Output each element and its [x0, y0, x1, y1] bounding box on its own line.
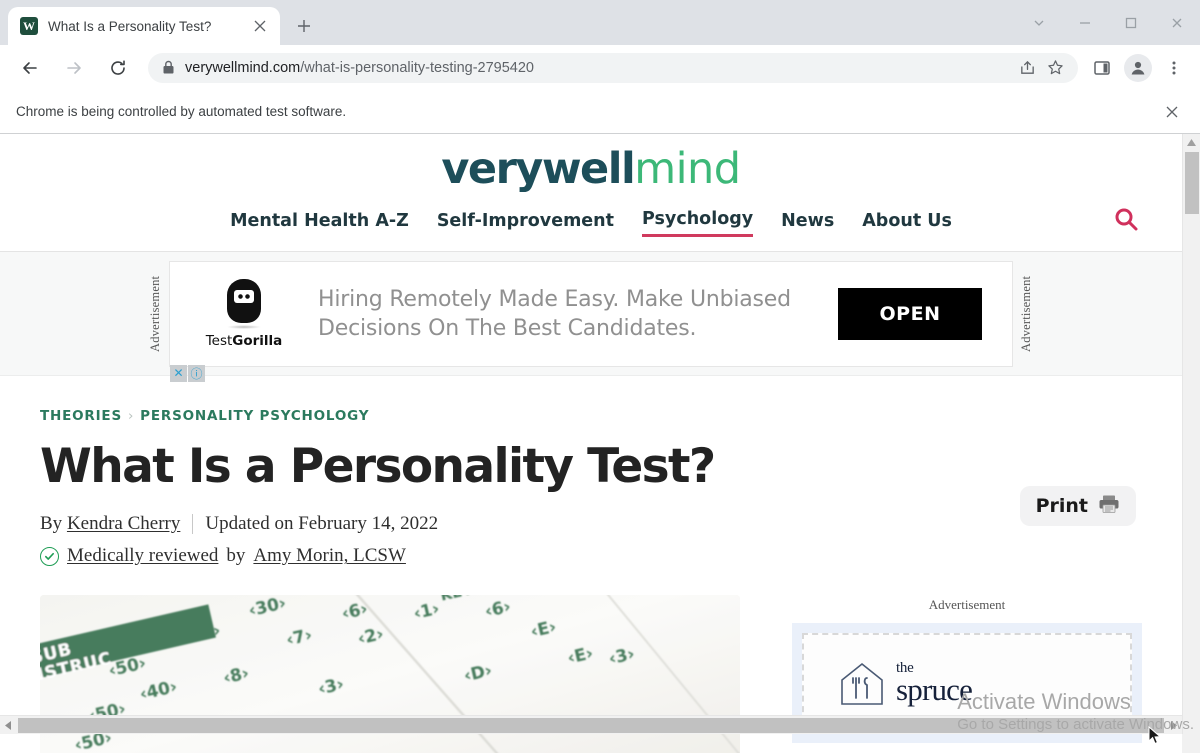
breadcrumb-item-theories[interactable]: THEORIES [40, 408, 122, 424]
byline: By Kendra Cherry Updated on February 14,… [40, 513, 1142, 535]
tab-favicon-icon: W [20, 17, 38, 35]
gorilla-shadow [227, 324, 261, 329]
address-bar-url: verywellmind.com/what-is-personality-tes… [185, 60, 1012, 76]
profile-avatar-icon[interactable] [1124, 53, 1152, 82]
lock-icon [162, 60, 175, 75]
author-link[interactable]: Kendra Cherry [67, 513, 180, 535]
verified-check-icon [40, 546, 59, 566]
ad-brand-part2: Gorilla [232, 332, 283, 349]
vertical-scrollbar[interactable] [1182, 134, 1200, 734]
reload-button-icon[interactable] [101, 51, 135, 85]
site-logo[interactable]: verywellmind [0, 148, 1182, 197]
sidebar-ad-label: Advertisement [928, 597, 1006, 613]
ad-open-button[interactable]: OPEN [838, 287, 982, 340]
spruce-name-text: spruce [896, 672, 973, 708]
back-button-icon[interactable] [13, 51, 47, 85]
browser-toolbar: verywellmind.com/what-is-personality-tes… [0, 45, 1200, 90]
automation-infobar: Chrome is being controlled by automated … [0, 90, 1200, 134]
site-navigation: Mental Health A-Z Self-Improvement Psych… [0, 197, 1182, 251]
breadcrumb: THEORIES › PERSONALITY PSYCHOLOGY [40, 408, 1142, 424]
browser-tab[interactable]: W What Is a Personality Test? [8, 7, 280, 45]
url-path: /what-is-personality-testing-2795420 [300, 59, 534, 76]
house-fork-knife-icon [838, 660, 886, 706]
three-dot-menu-icon[interactable] [1159, 53, 1189, 83]
hscroll-left-arrow-icon[interactable] [0, 716, 17, 735]
ad-copy-line-2: Decisions On The Best Candidates. [318, 315, 697, 341]
ad-brand-name: TestGorilla [184, 333, 304, 349]
search-icon[interactable] [1110, 203, 1142, 235]
top-advertisement-strip: Advertisement TestGorilla Hiring Remotel… [0, 252, 1182, 382]
vscroll-up-arrow-icon[interactable] [1183, 134, 1200, 151]
hscroll-right-arrow-icon[interactable] [1165, 716, 1182, 735]
url-domain: verywellmind.com [185, 59, 301, 76]
new-tab-button[interactable] [290, 12, 318, 40]
maximize-icon[interactable] [1108, 0, 1154, 45]
tab-strip: W What Is a Personality Test? [0, 0, 1200, 45]
ad-label-right: Advertisement [1019, 275, 1033, 352]
address-bar[interactable]: verywellmind.com/what-is-personality-tes… [148, 52, 1078, 83]
nav-item-news[interactable]: News [781, 211, 834, 236]
browser-window: W What Is a Personality Test? verywellmi… [0, 0, 1200, 753]
medical-review: Medically reviewed by Amy Morin, LCSW [40, 545, 1142, 567]
horizontal-scrollbar[interactable] [0, 715, 1182, 734]
ad-brand-part1: Test [205, 332, 233, 349]
tab-title: What Is a Personality Test? [48, 18, 212, 34]
infobar-close-icon[interactable] [1160, 100, 1184, 124]
reviewer-link[interactable]: Amy Morin, LCSW [253, 545, 406, 567]
byline-prefix: By [40, 513, 63, 535]
ad-banner[interactable]: TestGorilla Hiring Remotely Made Easy. M… [169, 260, 1013, 382]
breadcrumb-separator: › [127, 408, 135, 424]
scrollbar-corner [1182, 734, 1200, 753]
forward-button-icon[interactable] [57, 51, 91, 85]
horizontal-scrollbar-thumb[interactable] [18, 718, 1164, 733]
nav-item-about-us[interactable]: About Us [862, 211, 952, 236]
tab-close-icon[interactable] [250, 16, 270, 36]
minimize-icon[interactable] [1062, 0, 1108, 45]
nav-item-mental-health-az[interactable]: Mental Health A-Z [230, 211, 409, 236]
article-header: THEORIES › PERSONALITY PSYCHOLOGY What Is … [0, 376, 1182, 567]
logo-text-primary: verywell [441, 144, 635, 194]
spruce-brand-logo: the spruce [838, 660, 973, 708]
print-button[interactable]: Print [1019, 486, 1136, 526]
side-panel-icon[interactable] [1087, 53, 1117, 83]
nav-item-psychology[interactable]: Psychology [642, 209, 754, 237]
printer-icon [1098, 494, 1120, 519]
ad-brand-logo: TestGorilla [184, 278, 304, 349]
site-header: verywellmind Mental Health A-Z Self-Impr… [0, 134, 1182, 252]
medically-reviewed-link[interactable]: Medically reviewed [67, 545, 218, 567]
page-viewport: verywellmind Mental Health A-Z Self-Impr… [0, 134, 1200, 753]
tab-search-chevron-down-icon[interactable] [1016, 0, 1062, 45]
review-by-text: by [226, 545, 246, 567]
ad-copy: Hiring Remotely Made Easy. Make Unbiased… [304, 285, 838, 343]
web-page: verywellmind Mental Health A-Z Self-Impr… [0, 134, 1182, 753]
star-icon[interactable] [1042, 55, 1068, 81]
share-icon[interactable] [1014, 55, 1040, 81]
logo-text-secondary: mind [634, 144, 741, 194]
close-window-icon[interactable] [1154, 0, 1200, 45]
ad-label-left: Advertisement [148, 275, 162, 352]
updated-date: Updated on February 14, 2022 [205, 513, 439, 535]
page-title: What Is a Personality Test? [40, 439, 716, 494]
automation-infobar-message: Chrome is being controlled by automated … [16, 104, 347, 119]
print-button-label: Print [1035, 495, 1088, 517]
ad-copy-line-1: Hiring Remotely Made Easy. Make Unbiased [318, 286, 791, 312]
gorilla-icon [227, 278, 261, 323]
nav-item-self-improvement[interactable]: Self-Improvement [437, 211, 614, 236]
breadcrumb-item-personality-psychology[interactable]: PERSONALITY PSYCHOLOGY [140, 408, 369, 424]
window-controls [1016, 0, 1200, 45]
byline-divider [192, 514, 194, 535]
vertical-scrollbar-thumb[interactable] [1185, 152, 1199, 214]
